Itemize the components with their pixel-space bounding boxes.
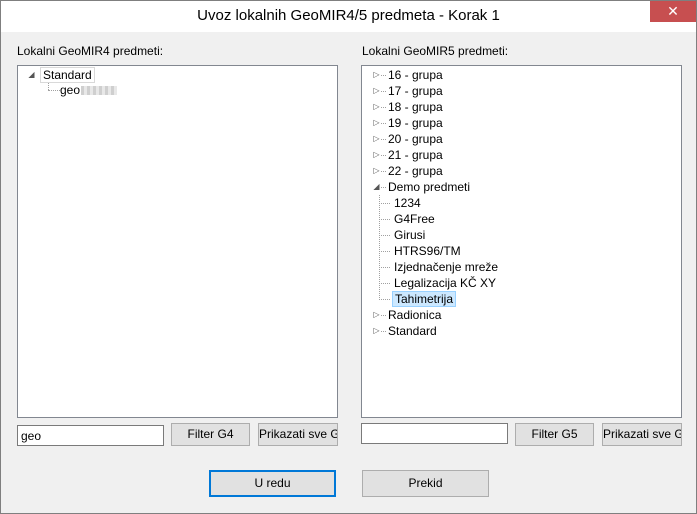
tree-node-label[interactable]: Demo predmeti — [386, 179, 472, 195]
show-all-g4-button[interactable]: Prikazati sve G4 — [258, 423, 338, 446]
collapsed-icon[interactable]: ▷ — [372, 163, 381, 179]
left-panel-label: Lokalni GeoMIR4 predmeti: — [17, 44, 164, 58]
cancel-button[interactable]: Prekid — [362, 470, 489, 497]
tree-node-label[interactable]: Legalizacija KČ XY — [392, 275, 498, 291]
geomir4-tree[interactable]: ◢ Standard geo — [17, 65, 338, 418]
redacted-text — [81, 86, 118, 96]
close-icon: ✕ — [667, 3, 679, 19]
close-button[interactable]: ✕ — [650, 1, 696, 22]
tree-connector — [379, 267, 390, 268]
collapsed-icon[interactable]: ▷ — [372, 67, 381, 83]
collapsed-icon[interactable]: ▷ — [372, 307, 381, 323]
tree-node-label[interactable]: Tahimetrija — [392, 291, 457, 307]
tree-node-label[interactable]: 17 - grupa — [386, 83, 445, 99]
ok-button[interactable]: U redu — [209, 470, 336, 497]
collapsed-icon[interactable]: ▷ — [372, 147, 381, 163]
right-panel-label: Lokalni GeoMIR5 predmeti: — [362, 44, 509, 58]
expanded-icon[interactable]: ◢ — [27, 67, 36, 83]
tree-connector — [379, 195, 380, 300]
filter-g5-button[interactable]: Filter G5 — [515, 423, 594, 446]
tree-connector — [379, 251, 390, 252]
tree-node-label[interactable]: 21 - grupa — [386, 147, 445, 163]
tree-node-label[interactable]: Girusi — [392, 227, 427, 243]
collapsed-icon[interactable]: ▷ — [372, 131, 381, 147]
tree-connector — [379, 203, 390, 204]
tree-node-label[interactable]: Izjednačenje mreže — [392, 259, 500, 275]
dialog-title: Uvoz lokalnih GeoMIR4/5 predmeta - Korak… — [197, 7, 500, 24]
filter-g4-button[interactable]: Filter G4 — [171, 423, 250, 446]
tree-connector — [379, 283, 390, 284]
tree-node-label[interactable]: Radionica — [386, 307, 443, 323]
tree-node-label[interactable]: geo — [60, 83, 80, 97]
tree-node-label[interactable]: 20 - grupa — [386, 131, 445, 147]
tree-node-label[interactable]: Standard — [386, 323, 439, 339]
title-bar: Uvoz lokalnih GeoMIR4/5 predmeta - Korak… — [1, 1, 696, 32]
collapsed-icon[interactable]: ▷ — [372, 115, 381, 131]
tree-connector — [379, 235, 390, 236]
tree-node-label[interactable]: 19 - grupa — [386, 115, 445, 131]
show-all-g5-button[interactable]: Prikazati sve G5 — [602, 423, 682, 446]
tree-node-label[interactable]: 18 - grupa — [386, 99, 445, 115]
tree-node-label[interactable]: 1234 — [392, 195, 423, 211]
tree-connector — [48, 83, 49, 90]
collapsed-icon[interactable]: ▷ — [372, 323, 381, 339]
tree-node-label[interactable]: HTRS96/TM — [392, 243, 463, 259]
import-dialog: Uvoz lokalnih GeoMIR4/5 predmeta - Korak… — [0, 0, 697, 514]
tree-node-label[interactable]: 22 - grupa — [386, 163, 445, 179]
collapsed-icon[interactable]: ▷ — [372, 99, 381, 115]
filter-g4-input[interactable] — [17, 425, 164, 446]
tree-connector — [48, 90, 60, 91]
collapsed-icon[interactable]: ▷ — [372, 83, 381, 99]
tree-connector — [379, 299, 390, 300]
tree-node-geo[interactable]: geo — [60, 82, 118, 98]
geomir5-tree[interactable]: ▷ 16 - grupa ▷ 17 - grupa ▷ 18 - grupa ▷… — [361, 65, 682, 418]
filter-g5-input[interactable] — [361, 423, 508, 444]
expanded-icon[interactable]: ◢ — [372, 179, 381, 195]
tree-node-label[interactable]: Standard — [40, 67, 95, 83]
tree-connector — [379, 219, 390, 220]
tree-node-label[interactable]: 16 - grupa — [386, 67, 445, 83]
tree-node-label[interactable]: G4Free — [392, 211, 437, 227]
